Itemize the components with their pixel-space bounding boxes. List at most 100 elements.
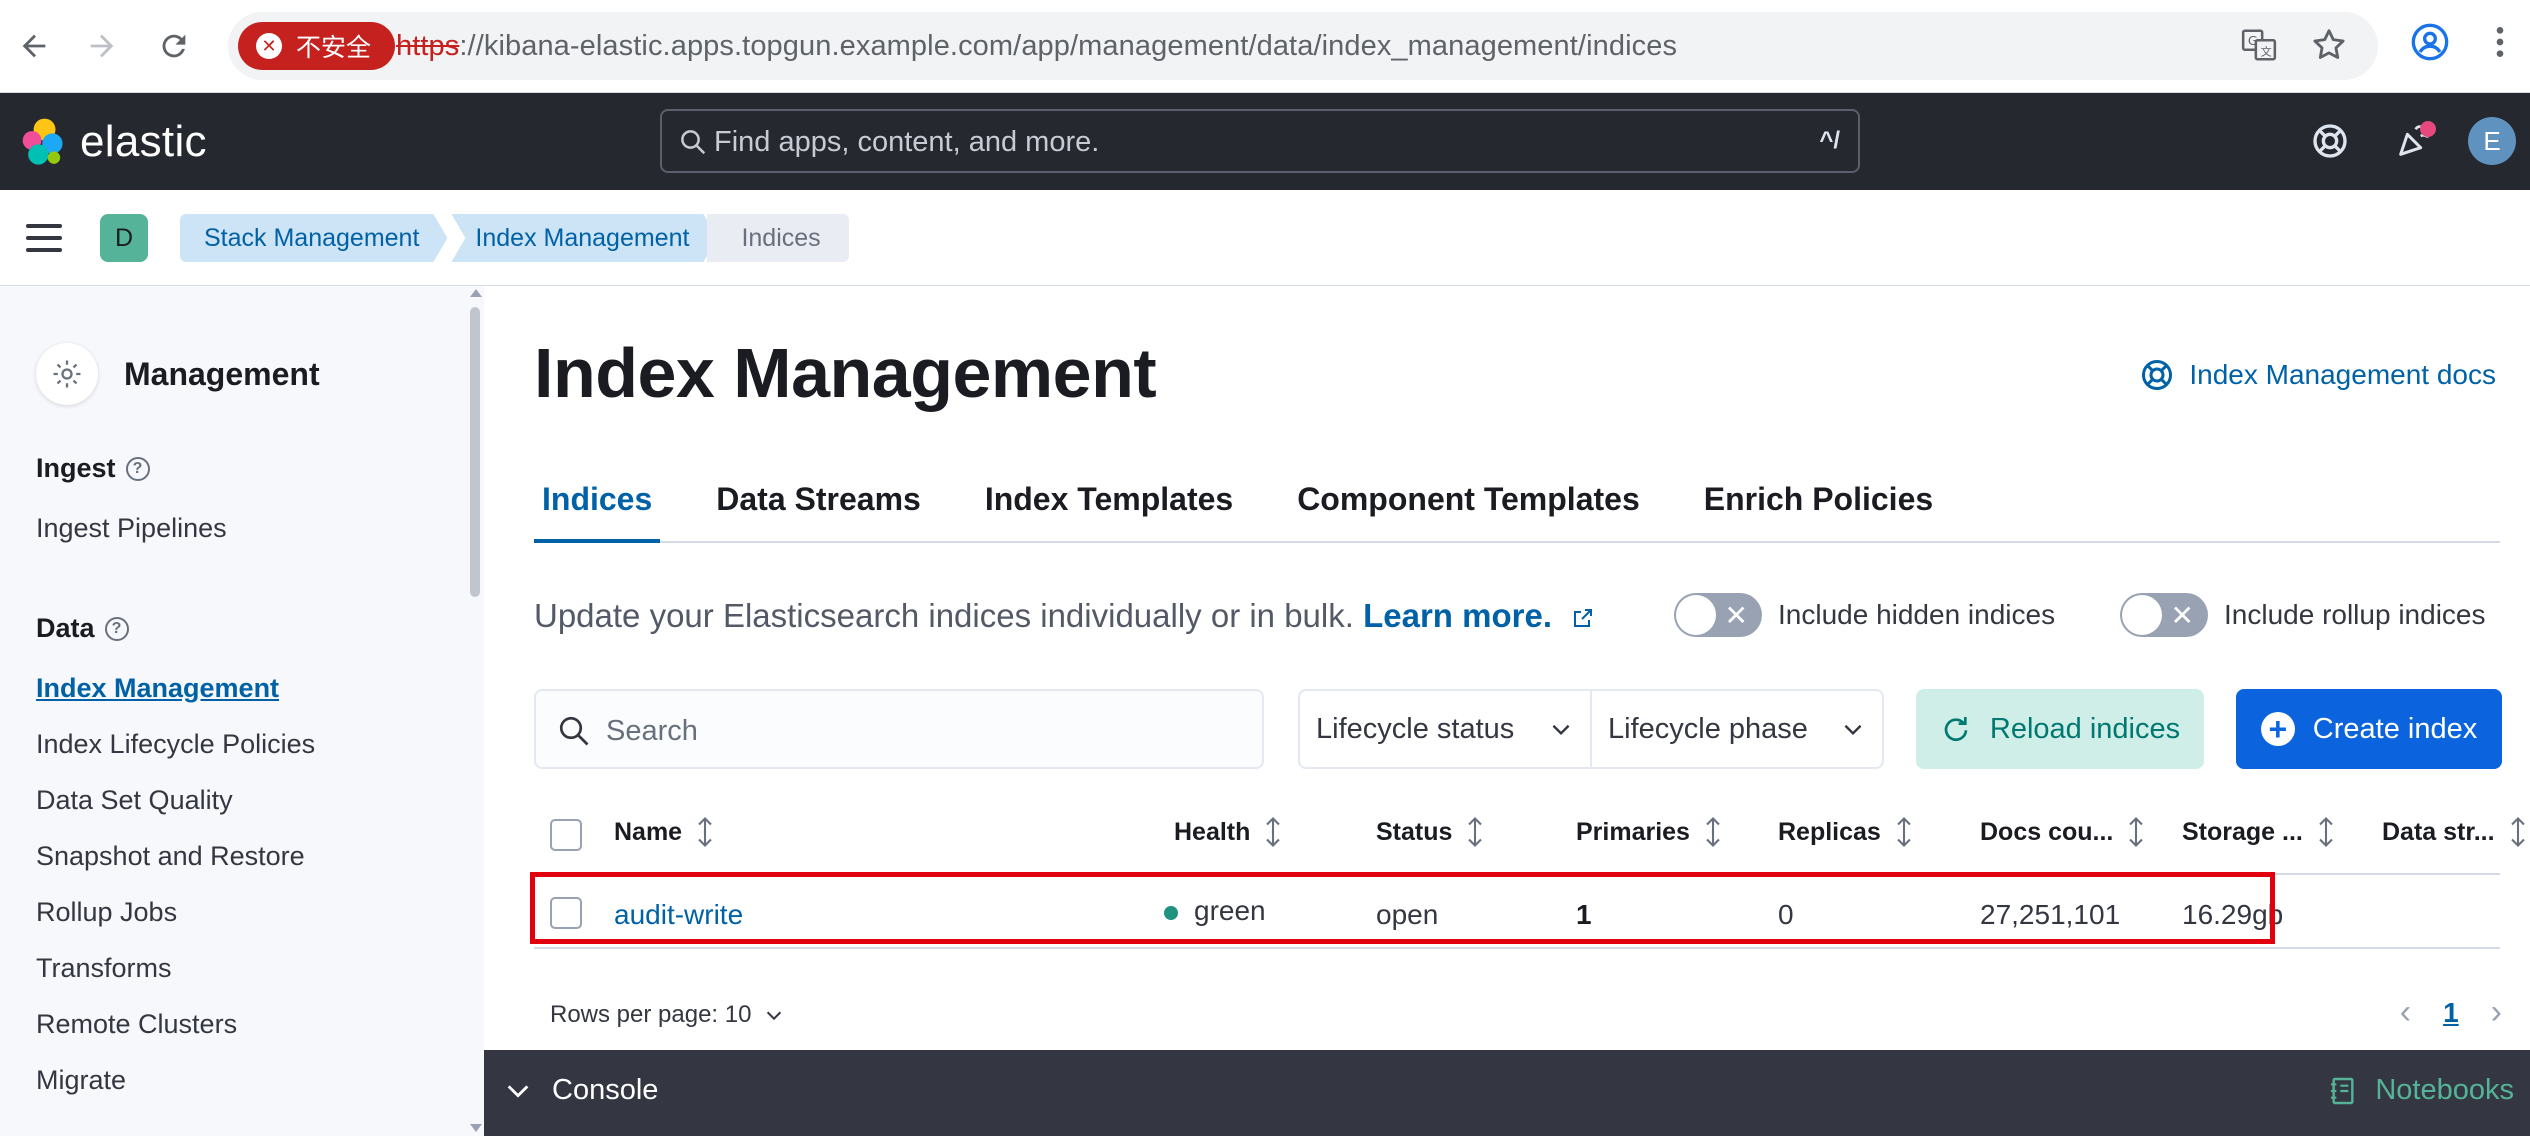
table-row: audit-write green open 1 0 27,251,101 16… [534, 875, 2500, 949]
forward-button[interactable] [74, 18, 130, 74]
lifecycle-phase-filter[interactable]: Lifecycle phase [1590, 691, 1882, 767]
sort-icon [1706, 817, 1720, 847]
tab-data-streams[interactable]: Data Streams [708, 473, 929, 543]
sidebar-item-transforms[interactable]: Transforms [36, 953, 172, 984]
search-icon [556, 713, 592, 754]
sidebar-item-rollup-jobs[interactable]: Rollup Jobs [36, 897, 177, 928]
help-icon [2142, 360, 2173, 390]
rollup-indices-switch[interactable]: ✕ [2120, 593, 2208, 637]
console-toggle[interactable]: Console [504, 1074, 658, 1107]
sidebar-item-index-lifecycle-policies[interactable]: Index Lifecycle Policies [36, 729, 315, 760]
rows-per-page-select[interactable]: Rows per page: 10 [550, 1001, 785, 1029]
notebook-icon [2331, 1077, 2354, 1104]
sidebar-item-snapshot-and-restore[interactable]: Snapshot and Restore [36, 841, 305, 872]
docs-count-cell: 27,251,101 [1980, 899, 2121, 930]
chevron-left-icon[interactable]: ‹ [2400, 993, 2411, 1032]
docs-link[interactable]: Index Management docs [2139, 357, 2496, 393]
sidebar-item-data-set-quality[interactable]: Data Set Quality [36, 785, 233, 816]
question-icon[interactable]: ? [104, 616, 129, 641]
tab-enrich-policies[interactable]: Enrich Policies [1696, 473, 1941, 543]
select-all-checkbox[interactable] [550, 819, 582, 851]
space-avatar[interactable]: D [100, 214, 148, 262]
table-header: Name Health Status Primaries Replicas Do… [534, 795, 2525, 875]
question-icon[interactable]: ? [125, 456, 150, 481]
news-feed-icon[interactable] [2388, 115, 2440, 167]
scroll-thumb[interactable] [470, 307, 480, 597]
rollup-indices-toggle[interactable]: ✕ Include rollup indices [2120, 593, 2486, 637]
create-index-button[interactable]: + Create index [2236, 689, 2502, 769]
arrow-right-icon [90, 34, 114, 58]
elastic-logo[interactable]: elastic [18, 117, 207, 167]
insecure-badge[interactable]: ✕ 不安全 [238, 22, 396, 70]
elastic-logo-icon [22, 118, 63, 165]
indices-search[interactable] [534, 689, 1264, 769]
url-text[interactable]: https://kibana-elastic.apps.topgun.examp… [396, 30, 1677, 63]
scroll-down-arrow[interactable] [470, 1124, 482, 1132]
translate-icon[interactable]: G文 [2240, 26, 2278, 64]
gear-icon [36, 343, 98, 405]
column-storage[interactable]: Storage ... [2182, 817, 2335, 847]
index-name-link[interactable]: audit-write [614, 899, 743, 931]
storage-cell: 16.29gb [2182, 899, 2284, 930]
svg-text:文: 文 [2261, 44, 2272, 58]
page-description: Update your Elasticsearch indices indivi… [534, 597, 1595, 635]
breadcrumb-stack-management[interactable]: Stack Management [180, 214, 447, 262]
column-name[interactable]: Name [614, 817, 714, 847]
help-icon[interactable] [2304, 115, 2356, 167]
sidebar-item-remote-clusters[interactable]: Remote Clusters [36, 1009, 237, 1040]
browser-chrome: ✕ 不安全 https://kibana-elastic.apps.topgun… [0, 0, 2530, 93]
status-cell: open [1376, 899, 1439, 930]
sidebar-item-ingest-pipelines[interactable]: Ingest Pipelines [36, 513, 227, 544]
column-data-stream[interactable]: Data str... [2382, 817, 2527, 847]
management-sidebar: Management Ingest ? Ingest Pipelines Dat… [0, 287, 484, 1136]
url-rest: ://kibana-elastic.apps.topgun.example.co… [459, 30, 1678, 62]
hidden-indices-toggle[interactable]: ✕ Include hidden indices [1674, 593, 2055, 637]
menu-toggle-icon[interactable] [24, 218, 64, 258]
indices-search-input[interactable] [606, 709, 1226, 753]
profile-icon[interactable] [2410, 22, 2450, 67]
notification-dot [2420, 121, 2436, 137]
chevron-down-icon [1844, 724, 1862, 736]
breadcrumb: Stack Management Index Management Indice… [180, 214, 853, 262]
address-bar[interactable]: ✕ 不安全 https://kibana-elastic.apps.topgun… [228, 12, 2378, 80]
global-search[interactable]: ^/ [660, 109, 1860, 173]
scroll-up-arrow[interactable] [470, 289, 482, 297]
indices-table: Name Health Status Primaries Replicas Do… [534, 795, 2525, 949]
tab-index-templates[interactable]: Index Templates [977, 473, 1241, 543]
chevron-down-icon [767, 1011, 782, 1021]
console-bar: Console Notebooks [484, 1050, 2530, 1136]
sort-icon [2319, 817, 2333, 847]
global-search-input[interactable] [714, 121, 1714, 163]
breadcrumb-index-management[interactable]: Index Management [451, 214, 717, 262]
page-title: Index Management [534, 334, 1157, 412]
column-status[interactable]: Status [1376, 817, 1484, 847]
column-primaries[interactable]: Primaries [1576, 817, 1722, 847]
row-checkbox[interactable] [550, 897, 582, 929]
reload-page-button[interactable] [146, 18, 202, 74]
sidebar-section-data: Data ? [36, 613, 129, 644]
column-docs-count[interactable]: Docs cou... [1980, 817, 2145, 847]
column-health[interactable]: Health [1174, 817, 1282, 847]
sidebar-item-migrate[interactable]: Migrate [36, 1065, 126, 1096]
chevron-down-icon [507, 1084, 529, 1098]
back-button[interactable] [6, 18, 62, 74]
tab-component-templates[interactable]: Component Templates [1289, 473, 1648, 543]
plus-icon: + [2260, 712, 2295, 746]
lifecycle-status-filter[interactable]: Lifecycle status [1300, 691, 1590, 767]
notebooks-button[interactable]: Notebooks [2327, 1074, 2514, 1107]
health-cell: green [1164, 895, 1266, 927]
user-avatar[interactable]: E [2468, 117, 2516, 165]
sidebar-item-index-management[interactable]: Index Management [36, 673, 279, 704]
star-icon[interactable] [2310, 26, 2348, 64]
learn-more-link[interactable]: Learn more. [1363, 597, 1552, 634]
sidebar-scrollbar[interactable] [466, 287, 484, 1136]
reload-indices-button[interactable]: Reload indices [1916, 689, 2204, 769]
chevron-right-icon[interactable]: › [2491, 993, 2502, 1032]
refresh-icon [162, 34, 186, 58]
column-replicas[interactable]: Replicas [1778, 817, 1913, 847]
tab-indices[interactable]: Indices [534, 473, 661, 543]
page-button-current[interactable]: 1 [2443, 997, 2459, 1029]
hidden-indices-switch[interactable]: ✕ [1674, 593, 1762, 637]
more-menu-icon[interactable] [2480, 22, 2520, 67]
sidebar-title: Management [124, 355, 320, 392]
